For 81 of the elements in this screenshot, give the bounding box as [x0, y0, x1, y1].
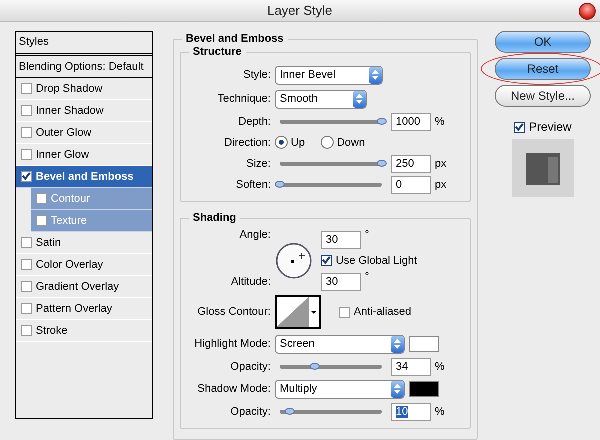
checkbox[interactable] — [21, 171, 32, 182]
field-label: Altitude: — [230, 276, 271, 288]
number-field[interactable]: 0 — [391, 176, 431, 194]
unit-label: % — [435, 406, 445, 418]
dialog-button[interactable]: OK — [495, 31, 591, 53]
contour-picker[interactable] — [275, 295, 321, 329]
spinner-icon[interactable] — [369, 66, 382, 84]
checkbox[interactable] — [36, 193, 47, 204]
option-label: Up — [291, 136, 306, 148]
checkbox[interactable] — [514, 122, 526, 132]
checkbox[interactable] — [21, 149, 32, 160]
list-header: Styles — [16, 32, 152, 56]
number-field[interactable]: 1000 — [391, 112, 431, 130]
field-label: Opacity: — [230, 360, 271, 372]
field-label: Opacity: — [230, 406, 271, 418]
spinner-icon[interactable] — [353, 90, 366, 108]
unit-label: % — [435, 360, 445, 372]
field-label: Size: — [246, 158, 271, 170]
field-label: Style: — [242, 69, 271, 81]
checkbox[interactable] — [21, 303, 32, 314]
list-item[interactable]: Drop Shadow — [16, 78, 152, 100]
radio-button[interactable] — [321, 136, 334, 149]
window-title: Layer Style — [267, 3, 333, 18]
dialog-button[interactable]: Reset — [495, 58, 591, 80]
checkbox[interactable] — [321, 255, 332, 266]
list-item[interactable]: Gradient Overlay — [16, 276, 152, 298]
checkbox-label: Anti-aliased — [354, 306, 412, 318]
list-item[interactable]: Color Overlay — [16, 254, 152, 276]
spinner-icon[interactable] — [391, 380, 404, 398]
select-field[interactable]: Inner Bevel — [275, 66, 383, 84]
color-swatch[interactable] — [409, 381, 439, 397]
field-label: Soften: — [235, 178, 271, 190]
checkbox[interactable] — [21, 237, 32, 248]
list-item[interactable]: Satin — [16, 232, 152, 254]
number-field[interactable]: 250 — [391, 154, 431, 172]
select-field[interactable]: Screen — [275, 334, 405, 354]
unit-label: ° — [365, 271, 370, 283]
close-icon[interactable] — [579, 3, 596, 20]
checkbox[interactable] — [21, 259, 32, 270]
checkbox[interactable] — [339, 306, 350, 318]
group-title: Bevel and Emboss — [182, 33, 288, 45]
number-field[interactable]: 34 — [391, 358, 431, 376]
option-label: Down — [337, 136, 366, 148]
preview-thumbnail — [512, 139, 574, 197]
field-label: Highlight Mode: — [194, 338, 271, 350]
field-label: Technique: — [216, 93, 271, 105]
select-field[interactable]: Smooth — [275, 90, 367, 108]
spinner-icon[interactable] — [391, 336, 404, 352]
number-field[interactable]: 10 — [391, 402, 431, 420]
field-label: Angle: — [238, 229, 271, 241]
field-label: Direction: — [224, 136, 271, 148]
select-field[interactable]: Multiply — [275, 380, 405, 398]
group-title: Shading — [189, 212, 240, 224]
list-item[interactable]: Outer Glow — [16, 122, 152, 144]
number-field[interactable]: 30 — [321, 272, 361, 290]
checkbox-label: Preview — [529, 120, 572, 134]
number-field[interactable]: 30 — [321, 230, 361, 248]
checkbox-label: Use Global Light — [336, 254, 418, 266]
color-swatch[interactable] — [409, 336, 439, 352]
checkbox[interactable] — [21, 127, 32, 138]
list-item[interactable]: Bevel and Emboss — [16, 166, 152, 188]
field-label: Depth: — [238, 116, 271, 128]
angle-dial[interactable] — [275, 242, 313, 280]
group-title: Structure — [189, 46, 246, 58]
checkbox[interactable] — [36, 215, 47, 226]
checkbox[interactable] — [21, 325, 32, 336]
unit-label: % — [435, 116, 445, 128]
checkbox[interactable] — [21, 105, 32, 116]
radio-button[interactable] — [275, 136, 288, 149]
unit-label: px — [435, 158, 447, 170]
unit-label: ° — [365, 229, 370, 241]
checkbox[interactable] — [21, 281, 32, 292]
dialog-button[interactable]: New Style... — [495, 85, 591, 107]
field-label: Gloss Contour: — [196, 306, 271, 318]
list-item[interactable]: Pattern Overlay — [16, 298, 152, 320]
list-item[interactable]: Blending Options: Default — [16, 56, 152, 78]
list-item[interactable]: Inner Shadow — [16, 100, 152, 122]
checkbox[interactable] — [21, 83, 32, 94]
unit-label: px — [435, 178, 447, 190]
list-item[interactable]: Stroke — [16, 320, 152, 342]
field-label: Shadow Mode: — [196, 383, 271, 395]
